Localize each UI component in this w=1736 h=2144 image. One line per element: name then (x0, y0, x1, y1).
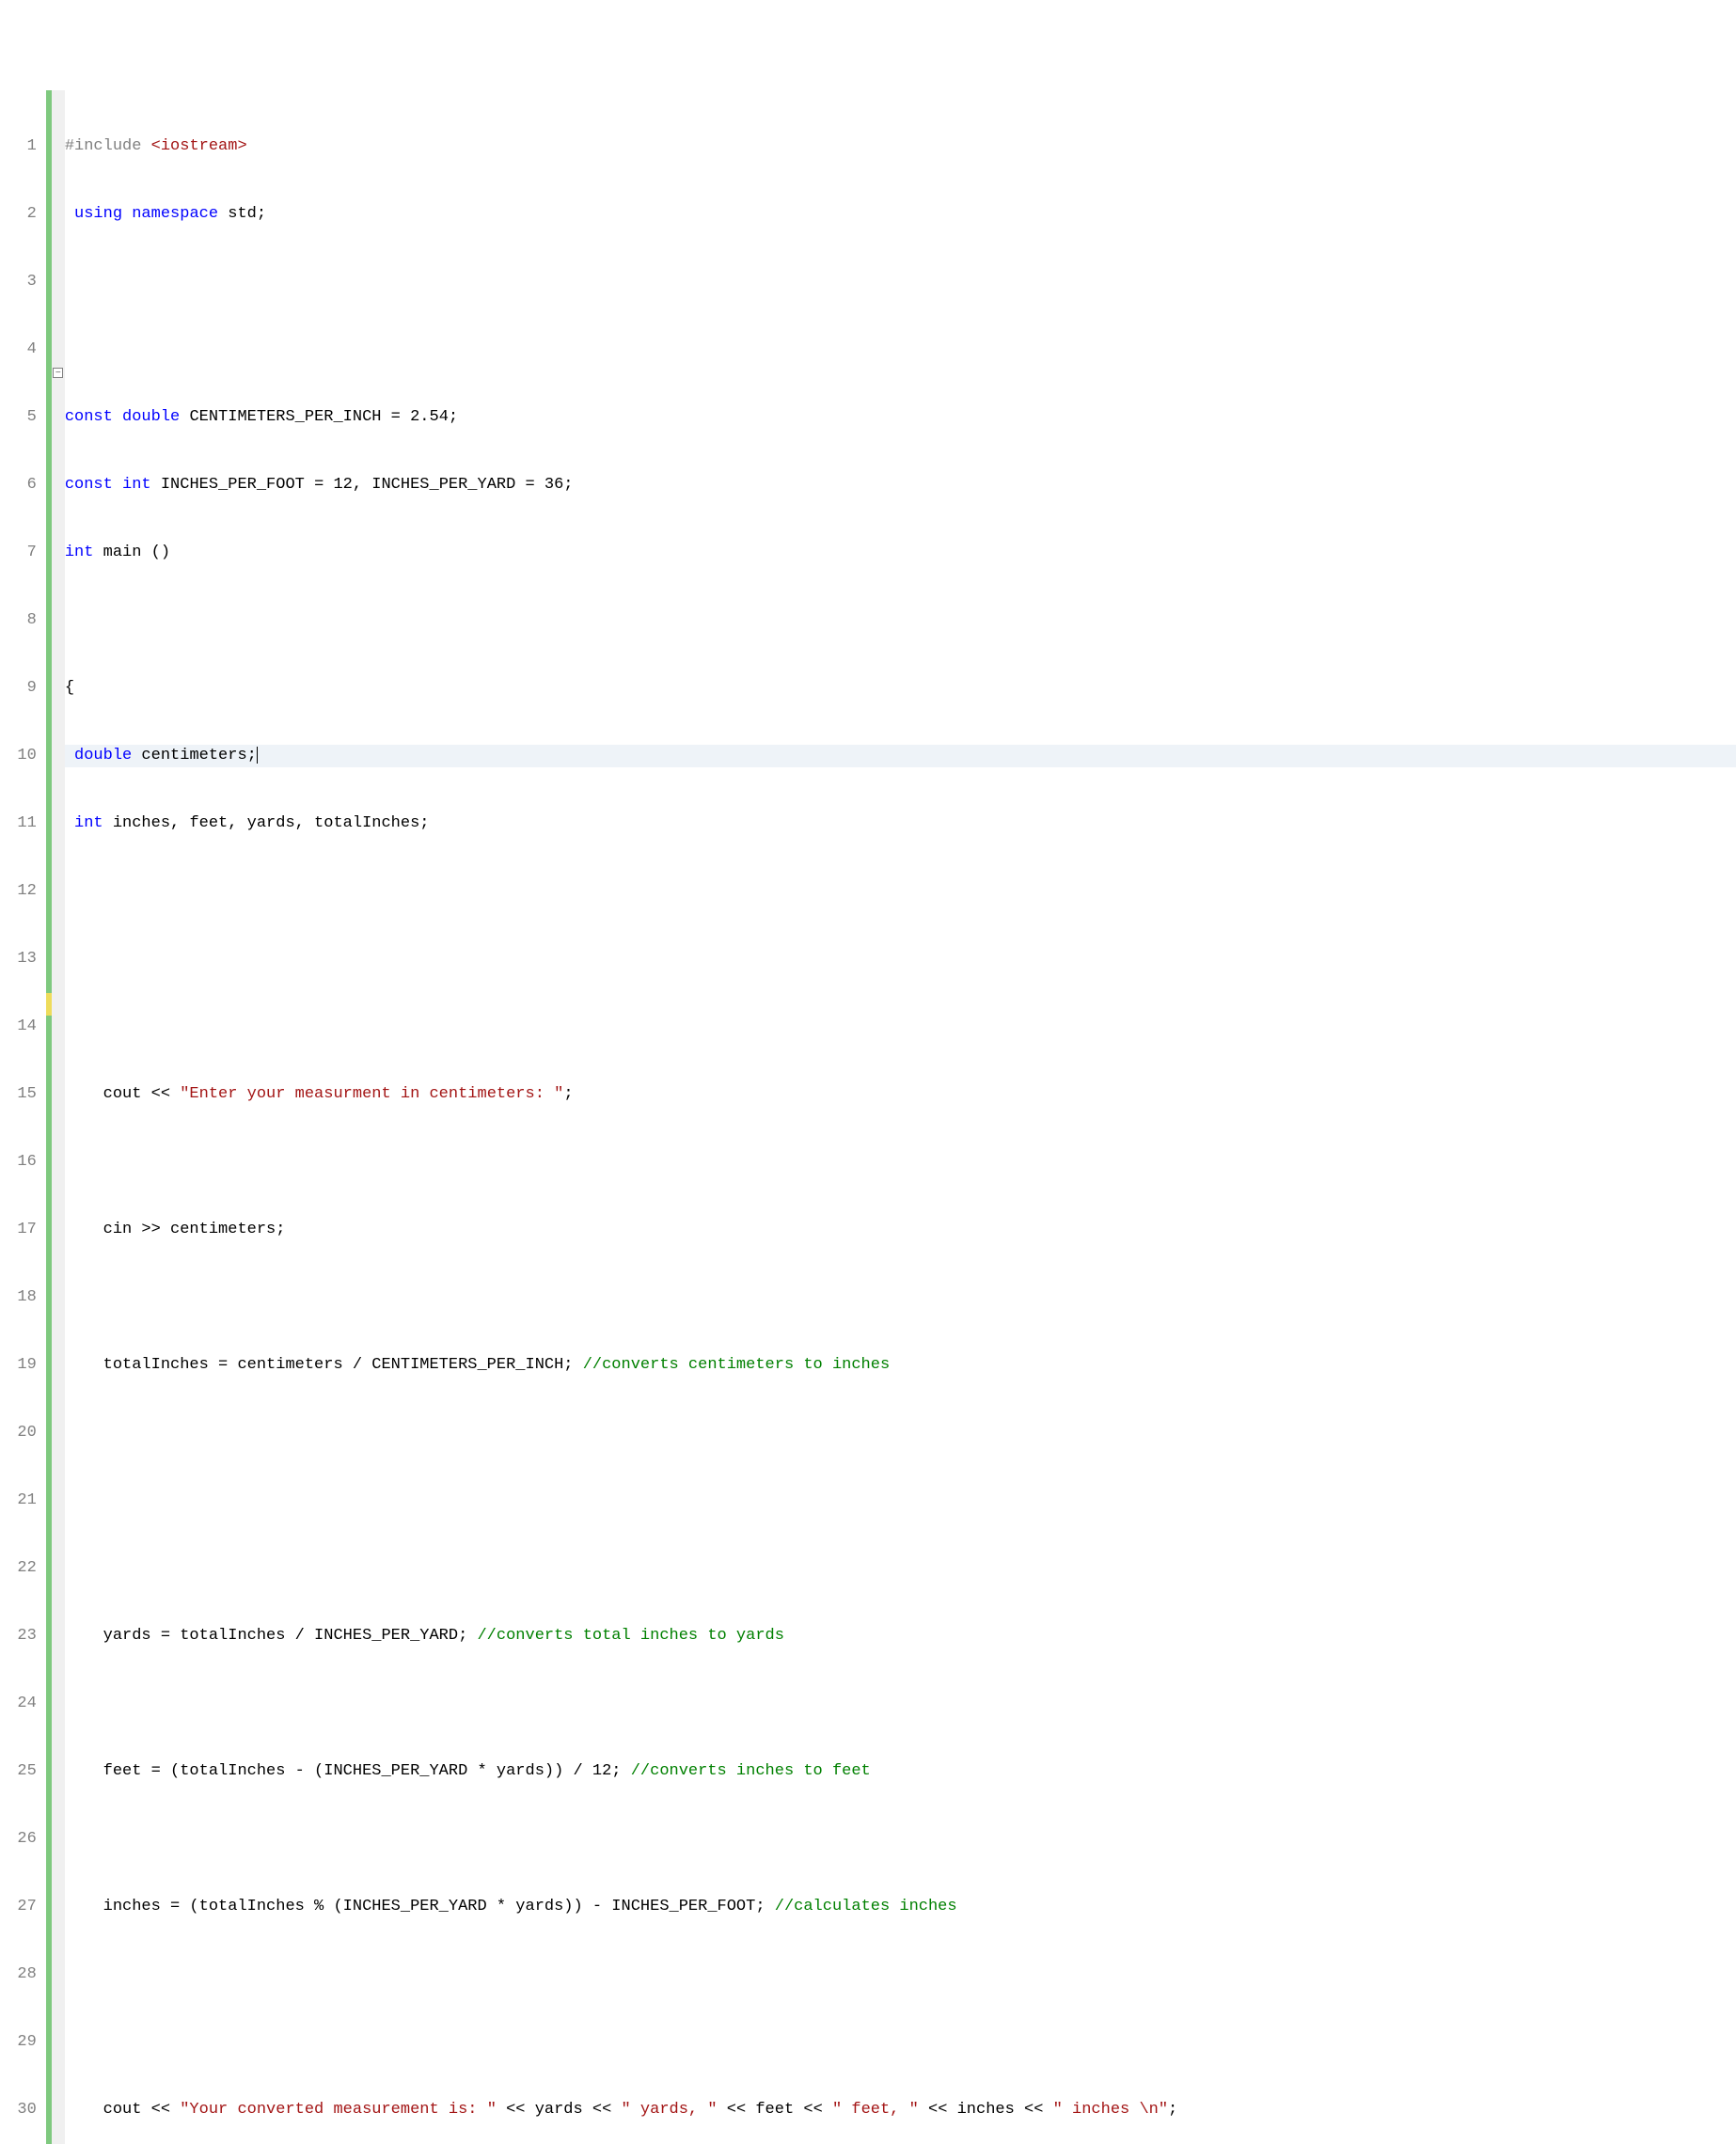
code-line[interactable] (65, 1016, 1736, 1038)
line-number: 21 (0, 1490, 39, 1512)
code-line[interactable]: const double CENTIMETERS_PER_INCH = 2.54… (65, 406, 1736, 429)
comment-token: //converts centimeters to inches (583, 1356, 890, 1374)
line-number-gutter: 1 2 3 4 5 6 7 8 9 10 11 12 13 14 15 16 1… (0, 90, 46, 2144)
code-line[interactable]: cout << "Enter your measurment in centim… (65, 1083, 1736, 1106)
code-line[interactable]: totalInches = centimeters / CENTIMETERS_… (65, 1354, 1736, 1377)
line-number: 3 (0, 271, 39, 293)
line-number: 30 (0, 2099, 39, 2121)
line-number: 2 (0, 203, 39, 226)
line-number: 15 (0, 1083, 39, 1106)
code-line[interactable] (65, 271, 1736, 293)
line-number: 14 (0, 1016, 39, 1038)
preproc-token: #include (65, 137, 151, 155)
line-number: 22 (0, 1557, 39, 1580)
code-line[interactable]: int main () (65, 542, 1736, 564)
line-number: 29 (0, 2031, 39, 2054)
line-number: 11 (0, 812, 39, 835)
line-number: 5 (0, 406, 39, 429)
code-area[interactable]: #include <iostream> using namespace std;… (65, 90, 1736, 2144)
keyword-token: using (74, 205, 122, 223)
line-number: 23 (0, 1625, 39, 1647)
code-line-current[interactable]: double centimeters; (65, 745, 1736, 767)
code-line[interactable] (65, 948, 1736, 970)
string-token: " feet, " (832, 2101, 919, 2119)
line-number: 19 (0, 1354, 39, 1377)
include-token: <iostream> (151, 137, 247, 155)
comment-token: //converts total inches to yards (477, 1627, 783, 1645)
keyword-token: const (65, 408, 113, 426)
code-line[interactable] (65, 2031, 1736, 2054)
code-line[interactable]: cout << "Your converted measurement is: … (65, 2099, 1736, 2121)
line-number: 18 (0, 1286, 39, 1309)
code-line[interactable]: const int INCHES_PER_FOOT = 12, INCHES_P… (65, 474, 1736, 497)
comment-token: //calculates inches (775, 1898, 957, 1915)
string-token: " yards, " (622, 2101, 718, 2119)
code-line[interactable] (65, 609, 1736, 632)
line-number: 7 (0, 542, 39, 564)
comment-token: //converts inches to feet (631, 1762, 871, 1780)
line-number: 4 (0, 339, 39, 361)
line-number: 24 (0, 1693, 39, 1715)
code-line[interactable] (65, 339, 1736, 361)
line-number: 25 (0, 1760, 39, 1783)
line-number: 6 (0, 474, 39, 497)
line-number: 26 (0, 1828, 39, 1851)
keyword-token: double (74, 747, 132, 765)
keyword-token: int (74, 814, 103, 832)
line-number: 1 (0, 135, 39, 158)
line-number: 8 (0, 609, 39, 632)
keyword-token: namespace (132, 205, 218, 223)
code-line[interactable] (65, 1422, 1736, 1444)
string-token: " inches \n" (1053, 2101, 1168, 2119)
keyword-token: int (122, 476, 151, 494)
code-line[interactable]: feet = (totalInches - (INCHES_PER_YARD *… (65, 1760, 1736, 1783)
line-number: 20 (0, 1422, 39, 1444)
code-line[interactable]: #include <iostream> (65, 135, 1736, 158)
code-line[interactable]: yards = totalInches / INCHES_PER_YARD; /… (65, 1625, 1736, 1647)
code-line[interactable] (65, 880, 1736, 903)
code-line[interactable]: using namespace std; (65, 203, 1736, 226)
code-line[interactable] (65, 1693, 1736, 1715)
line-number: 12 (0, 880, 39, 903)
fold-column: − (52, 90, 65, 2144)
code-line[interactable]: inches = (totalInches % (INCHES_PER_YARD… (65, 1896, 1736, 1918)
code-line[interactable] (65, 1286, 1736, 1309)
code-line[interactable]: cin >> centimeters; (65, 1219, 1736, 1241)
text-cursor (257, 747, 258, 764)
line-number: 16 (0, 1151, 39, 1174)
code-line[interactable] (65, 1151, 1736, 1174)
string-token: "Your converted measurement is: " (180, 2101, 497, 2119)
line-number: 17 (0, 1219, 39, 1241)
line-number: 28 (0, 1963, 39, 1986)
code-line[interactable] (65, 1490, 1736, 1512)
line-number: 9 (0, 677, 39, 700)
keyword-token: double (122, 408, 180, 426)
fold-toggle-icon[interactable]: − (53, 368, 63, 378)
string-token: "Enter your measurment in centimeters: " (180, 1085, 563, 1103)
code-line[interactable]: { (65, 677, 1736, 700)
keyword-token: int (65, 544, 94, 561)
code-editor[interactable]: 1 2 3 4 5 6 7 8 9 10 11 12 13 14 15 16 1… (0, 90, 1736, 2144)
code-line[interactable] (65, 1557, 1736, 1580)
code-line[interactable] (65, 1828, 1736, 1851)
line-number: 27 (0, 1896, 39, 1918)
code-line[interactable] (65, 1963, 1736, 1986)
line-number: 13 (0, 948, 39, 970)
line-number: 10 (0, 745, 39, 767)
keyword-token: const (65, 476, 113, 494)
code-line[interactable]: int inches, feet, yards, totalInches; (65, 812, 1736, 835)
